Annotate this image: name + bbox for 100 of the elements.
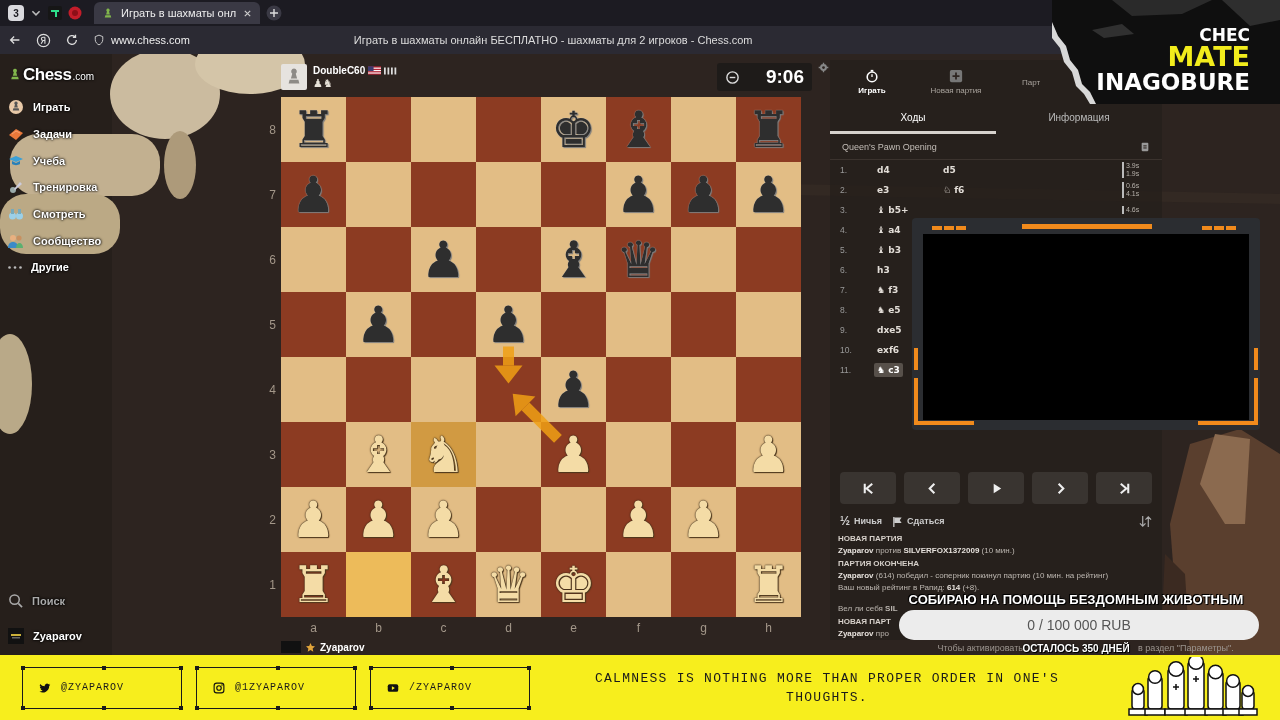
captured-pieces: ♟♞ bbox=[313, 78, 334, 89]
chess-piece[interactable]: ♜ bbox=[291, 559, 336, 610]
move[interactable]: d5 bbox=[940, 163, 959, 177]
book-icon[interactable] bbox=[1140, 141, 1150, 152]
chess-piece[interactable]: ♟ bbox=[551, 429, 596, 480]
file-label: g bbox=[699, 621, 708, 635]
player-name[interactable]: Zyaparov bbox=[320, 641, 365, 653]
rank-label: 8 bbox=[268, 121, 277, 139]
board-square[interactable]: ♟ bbox=[476, 292, 541, 357]
site-logo[interactable]: Chess.com bbox=[8, 64, 95, 84]
panel-tab[interactable]: Играть bbox=[830, 60, 914, 104]
page-title: Играть в шахматы онлайн БЕСПЛАТНО - шахматы для 2 игроков - Chess.com bbox=[353, 34, 753, 46]
board-square[interactable]: ♜ bbox=[281, 552, 346, 617]
move[interactable]: ♝ a4 bbox=[874, 223, 904, 237]
chat-heading: НОВАЯ ПАРТИЯ bbox=[838, 533, 903, 545]
avatar-icon[interactable] bbox=[281, 64, 307, 90]
tab[interactable]: Информация bbox=[996, 104, 1162, 134]
board-square[interactable]: ♟ bbox=[541, 357, 606, 422]
browser-tab[interactable]: Играть в шахматы онл bbox=[94, 2, 261, 24]
chat-message: Zyaparov (614) победил - соперник покинул партию (10 мин. на рейтинг) bbox=[838, 570, 1109, 582]
move[interactable]: ♝ b3 bbox=[874, 243, 904, 257]
search-icon bbox=[8, 593, 23, 609]
file-label: h bbox=[764, 621, 773, 635]
reload-icon[interactable] bbox=[65, 33, 79, 47]
move[interactable]: ♘ f6 bbox=[940, 183, 968, 197]
hint-text: Чтобы активировать bbox=[937, 642, 1023, 653]
rank-label: 4 bbox=[268, 381, 277, 399]
hint-text: в раздел "Параметры". bbox=[1138, 642, 1234, 653]
resign-button[interactable]: Сдаться bbox=[892, 515, 945, 527]
chess-piece[interactable]: ♝ bbox=[421, 559, 466, 610]
draw-button[interactable]: ½ Ничья bbox=[840, 514, 883, 528]
move[interactable]: ♝ b5+ bbox=[874, 203, 912, 217]
board-square[interactable]: ♚ bbox=[541, 552, 606, 617]
chess-piece[interactable]: ♟ bbox=[551, 364, 596, 415]
play-move-button[interactable] bbox=[968, 472, 1024, 504]
move[interactable]: e3 bbox=[874, 183, 893, 197]
opening-name: Queen's Pawn Opening bbox=[842, 141, 937, 152]
social-link[interactable]: /ZYAPAROV bbox=[370, 666, 530, 709]
move[interactable]: dxe5 bbox=[874, 323, 905, 337]
chess-piece[interactable]: ♝ bbox=[551, 234, 596, 285]
board-square[interactable]: ♟ bbox=[736, 162, 801, 227]
next-move-button[interactable] bbox=[1032, 472, 1088, 504]
tab[interactable]: Ходы bbox=[830, 104, 996, 134]
pawn-icon bbox=[102, 7, 114, 19]
back-icon[interactable] bbox=[8, 33, 22, 47]
social-link[interactable]: @ZYAPAROV bbox=[22, 666, 182, 709]
move[interactable]: h3 bbox=[874, 263, 893, 277]
panel-tab[interactable]: Парт bbox=[1022, 60, 1041, 104]
move-number: 9. bbox=[840, 325, 849, 335]
player-name[interactable]: DoubleC60 bbox=[313, 65, 366, 76]
first-move-button[interactable] bbox=[840, 472, 896, 504]
chess-piece[interactable]: ♚ bbox=[551, 104, 596, 155]
board-square[interactable]: ♟ bbox=[541, 422, 606, 487]
panel-tab[interactable]: Новая партия bbox=[914, 60, 998, 104]
prev-move-button[interactable] bbox=[904, 472, 960, 504]
board-square[interactable]: ♟ bbox=[411, 227, 476, 292]
chess-piece[interactable]: ♟ bbox=[356, 494, 401, 545]
chess-piece[interactable]: ♟ bbox=[616, 169, 661, 220]
youtube-icon bbox=[387, 681, 399, 694]
move[interactable]: ♞ f3 bbox=[874, 283, 902, 297]
nav-item[interactable]: Другие bbox=[8, 254, 69, 281]
chess-piece[interactable]: ♟ bbox=[486, 299, 531, 350]
board-square[interactable]: ♝ bbox=[411, 552, 476, 617]
flag-icon bbox=[892, 515, 904, 527]
browser-logo-icon[interactable] bbox=[36, 32, 51, 48]
timer-icon bbox=[725, 69, 740, 85]
board-square[interactable]: ♟ bbox=[346, 487, 411, 552]
social-link[interactable]: @1ZYAPAROV bbox=[196, 666, 356, 709]
move[interactable]: exf6 bbox=[874, 343, 903, 357]
rank-label: 1 bbox=[268, 576, 277, 594]
nav-item[interactable]: Играть bbox=[8, 94, 71, 121]
chess-piece[interactable]: ♟ bbox=[421, 234, 466, 285]
chess-piece[interactable]: ♟ bbox=[746, 169, 791, 220]
move-number: 10. bbox=[840, 345, 853, 355]
chess-piece[interactable]: ♚ bbox=[551, 559, 596, 610]
profile-link[interactable]: Zyaparov bbox=[8, 622, 82, 649]
board-square[interactable]: ♚ bbox=[541, 97, 606, 162]
move-number: 6. bbox=[840, 265, 849, 275]
board-square[interactable]: ♟ bbox=[606, 487, 671, 552]
tab-favicon-icon[interactable] bbox=[48, 6, 62, 20]
chat-heading: НОВАЯ ПАРТ bbox=[838, 616, 891, 628]
last-move-button[interactable] bbox=[1096, 472, 1152, 504]
chess-piece[interactable]: ♟ bbox=[356, 299, 401, 350]
move[interactable]: ♞ c3 bbox=[874, 363, 903, 377]
chess-piece[interactable]: ♟ bbox=[616, 494, 661, 545]
board-square[interactable]: ♝ bbox=[541, 227, 606, 292]
tab-count[interactable]: 3 bbox=[8, 5, 24, 21]
clock-time: 9:06 bbox=[765, 66, 804, 88]
new-tab-icon[interactable] bbox=[266, 5, 283, 21]
move[interactable]: ♞ e5 bbox=[874, 303, 904, 317]
address-field[interactable]: www.chess.com bbox=[93, 34, 190, 46]
search-link[interactable]: Поиск bbox=[8, 587, 65, 615]
chess-piece[interactable]: ♜ bbox=[291, 104, 336, 155]
board-square[interactable]: ♟ bbox=[606, 162, 671, 227]
board-square[interactable]: ♜ bbox=[281, 97, 346, 162]
close-icon[interactable] bbox=[243, 8, 253, 18]
board-square[interactable]: ♟ bbox=[346, 292, 411, 357]
move[interactable]: d4 bbox=[874, 163, 893, 177]
settings-icon[interactable] bbox=[818, 62, 829, 73]
flip-board-icon[interactable] bbox=[1139, 514, 1152, 528]
